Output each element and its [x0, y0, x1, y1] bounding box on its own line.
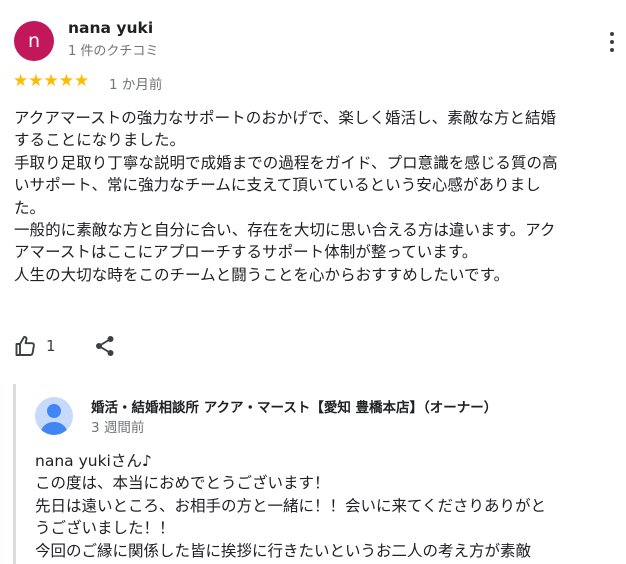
owner-name[interactable]: 婚活・結婚相談所 アクア・マースト【愛知 豊橋本店】（オーナー）: [91, 396, 497, 416]
reply-divider: [13, 384, 16, 564]
like-count: 1: [46, 337, 56, 355]
review-date: 1 か月前: [109, 77, 163, 93]
thumb-up-icon: [15, 335, 35, 356]
owner-reply-text: nana yukiさん♪ この度は、本当におめでとうございます！ 先日は遠いとこ…: [35, 452, 547, 560]
review-text: アクアマーストの強力なサポートのおかげで、楽しく婚活し、素敵な方と結婚 すること…: [14, 109, 558, 284]
star-icon: ★: [74, 71, 90, 91]
star-icon: ★: [58, 71, 74, 91]
owner-reply-date: 3 週間前: [91, 420, 145, 436]
like-button[interactable]: 1: [13, 334, 56, 358]
person-icon: [40, 404, 68, 435]
more-options-button[interactable]: [600, 27, 624, 53]
review-count: 1 件のクチコミ: [68, 44, 159, 59]
more-vert-icon: [600, 27, 624, 52]
owner-avatar[interactable]: [35, 397, 73, 435]
reviewer-avatar[interactable]: n: [14, 21, 54, 61]
star-icon: ★: [28, 71, 44, 91]
star-rating: ★ ★ ★ ★ ★: [13, 71, 89, 91]
share-icon: [96, 336, 114, 356]
share-button[interactable]: [93, 334, 117, 362]
star-icon: ★: [43, 71, 59, 91]
reviewer-name[interactable]: nana yuki: [68, 19, 153, 37]
star-icon: ★: [13, 71, 29, 91]
